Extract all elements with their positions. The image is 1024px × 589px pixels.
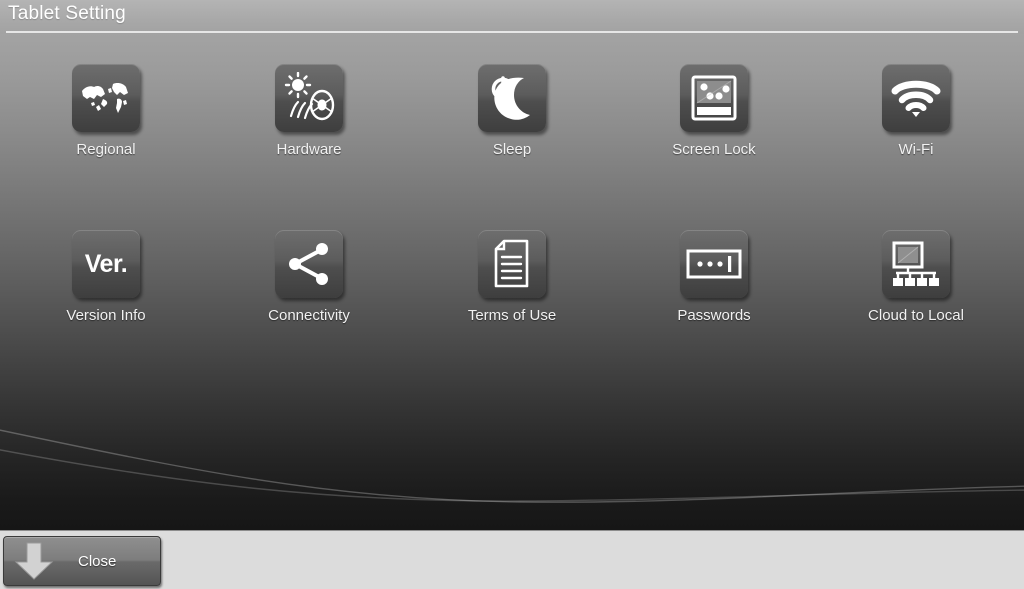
app-cloud-to-local[interactable]: Cloud to Local [814, 230, 1018, 324]
app-label: Sleep [492, 141, 532, 158]
down-arrow-icon [14, 542, 54, 580]
brightness-volume-icon [284, 72, 335, 121]
password-field-icon [686, 249, 742, 279]
app-tile-connectivity[interactable] [275, 230, 343, 298]
settings-desktop: Regional Hardware Sleep Screen Lock Wi-F… [0, 34, 1024, 530]
share-nodes-icon [289, 243, 328, 285]
app-label: Regional [76, 141, 136, 158]
settings-icon-grid: Regional Hardware Sleep Screen Lock Wi-F… [0, 34, 1024, 530]
app-sleep[interactable]: Sleep [410, 64, 614, 158]
app-label: Version Info [66, 307, 146, 324]
app-tile-sleep[interactable] [478, 64, 546, 132]
app-label: Wi-Fi [898, 141, 934, 158]
app-tile-regional[interactable] [72, 64, 140, 132]
tablet-setting-screen: Tablet Setting Regional Hardware Sleep S… [0, 0, 1024, 589]
document-icon [494, 239, 529, 288]
app-label: Cloud to Local [868, 307, 964, 324]
app-terms-of-use[interactable]: Terms of Use [410, 230, 614, 324]
app-screen-lock[interactable]: Screen Lock [612, 64, 816, 158]
app-label: Screen Lock [672, 141, 756, 158]
app-label: Hardware [276, 141, 342, 158]
system-statusbar: Close [0, 530, 1024, 589]
moon-power-icon [491, 76, 530, 120]
close-button-label: Close [78, 552, 117, 570]
app-tile-version-info[interactable]: Ver. [72, 230, 140, 298]
app-tile-hardware[interactable] [275, 64, 343, 132]
network-computer-icon [892, 241, 939, 286]
app-label: Connectivity [268, 307, 350, 324]
app-regional[interactable]: Regional [4, 64, 208, 158]
speaker-shape [309, 89, 335, 121]
app-tile-wifi[interactable] [882, 64, 950, 132]
app-hardware[interactable]: Hardware [207, 64, 411, 158]
app-tile-screen-lock[interactable] [680, 64, 748, 132]
ver-text-icon: Ver. [84, 249, 128, 278]
app-label: Passwords [677, 307, 751, 324]
page-title: Tablet Setting [8, 3, 126, 24]
app-passwords[interactable]: Passwords [612, 230, 816, 324]
wifi-icon [891, 80, 941, 117]
screen-lock-icon [691, 75, 737, 121]
app-tile-cloud-to-local[interactable] [882, 230, 950, 298]
app-connectivity[interactable]: Connectivity [207, 230, 411, 324]
titlebar-divider [6, 31, 1018, 33]
app-version-info[interactable]: Ver. Version Info [4, 230, 208, 324]
app-label: Terms of Use [467, 307, 557, 324]
world-map-icon [82, 83, 128, 113]
close-button[interactable]: Close [3, 536, 161, 586]
app-tile-passwords[interactable] [680, 230, 748, 298]
app-wifi[interactable]: Wi-Fi [814, 64, 1018, 158]
window-titlebar: Tablet Setting [0, 0, 1024, 34]
app-tile-terms-of-use[interactable] [478, 230, 546, 298]
